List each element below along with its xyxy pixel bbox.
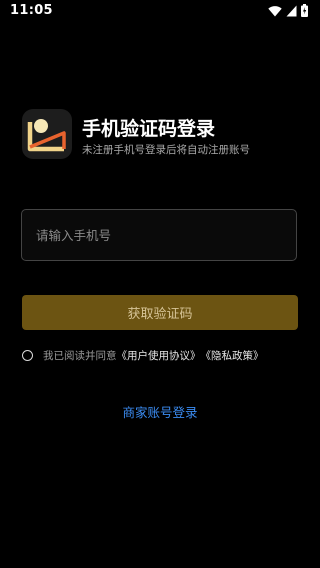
status-time: 11:05 xyxy=(10,3,53,18)
status-icons xyxy=(268,4,308,17)
wifi-icon xyxy=(268,5,282,17)
user-agreement-link[interactable]: 《用户使用协议》 xyxy=(117,348,201,363)
agreement-prefix: 我已阅读并同意 xyxy=(43,349,117,362)
agreement-row: 我已阅读并同意 《用户使用协议》 《隐私政策》 xyxy=(22,347,264,363)
get-verification-code-button[interactable]: 获取验证码 xyxy=(22,295,298,330)
agreement-checkbox[interactable] xyxy=(22,349,33,361)
page-title: 手机验证码登录 xyxy=(82,118,216,140)
merchant-login-link[interactable]: 商家账号登录 xyxy=(0,402,320,421)
app-logo xyxy=(22,109,72,159)
phone-number-input[interactable] xyxy=(21,209,297,261)
privacy-policy-link[interactable]: 《隐私政策》 xyxy=(201,348,264,363)
page-subtitle: 未注册手机号登录后将自动注册账号 xyxy=(82,144,250,156)
signal-icon xyxy=(286,5,297,17)
status-bar: 11:05 xyxy=(0,0,320,24)
login-header: 手机验证码登录 未注册手机号登录后将自动注册账号 xyxy=(22,109,302,161)
battery-icon xyxy=(301,4,308,17)
